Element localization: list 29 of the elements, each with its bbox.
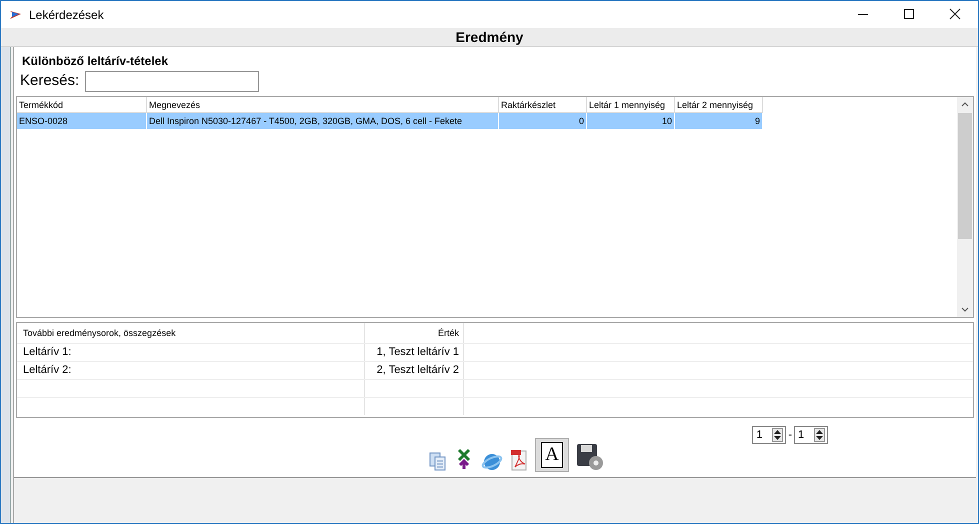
column-header: További eredménysorok, összegzések [17,323,365,343]
scroll-up-icon [961,102,969,107]
header-bar: Eredmény [1,28,978,47]
table-cell: 9 [675,113,763,129]
floppy-gear-icon[interactable] [575,442,605,472]
table-row[interactable]: ENSO-0028 Dell Inspiron N5030-127467 - T4500, 2GB, 320GB, GMA, DOS, 6 cell - Fekete 0 10 9 [17,113,763,129]
table-cell: 0 [499,113,587,129]
range-separator: - [788,428,792,443]
page-from-spinner[interactable]: 1 [752,426,786,444]
vertical-scrollbar[interactable] [957,97,973,317]
search-field[interactable] [85,70,260,92]
summary-label: Leltárív 2: [23,364,72,376]
page-to-spinner[interactable]: 1 [794,426,828,444]
summary-label: Leltárív 1: [23,346,72,358]
search-label: Keresés: [20,70,80,91]
pdf-icon[interactable] [509,448,529,472]
font-button[interactable]: A [535,438,569,472]
table-cell: Dell Inspiron N5030-127467 - T4500, 2GB, 320GB, GMA, DOS, 6 cell - Fekete [147,113,499,129]
window-title: Lekérdezések [29,6,105,24]
section-title: Különböző leltárív-tételek [22,53,170,70]
summary-value: 1, Teszt leltárív 1 [376,346,459,358]
table-cell: 10 [587,113,675,129]
app-logo-icon [9,8,23,20]
column-header: Érték [365,323,464,343]
scroll-down-icon [961,307,969,312]
spin-arrows-icon [814,428,825,442]
summary-value: 2, Teszt leltárív 2 [376,364,459,376]
table-cell: ENSO-0028 [17,113,147,129]
spin-arrows-icon [772,428,784,442]
